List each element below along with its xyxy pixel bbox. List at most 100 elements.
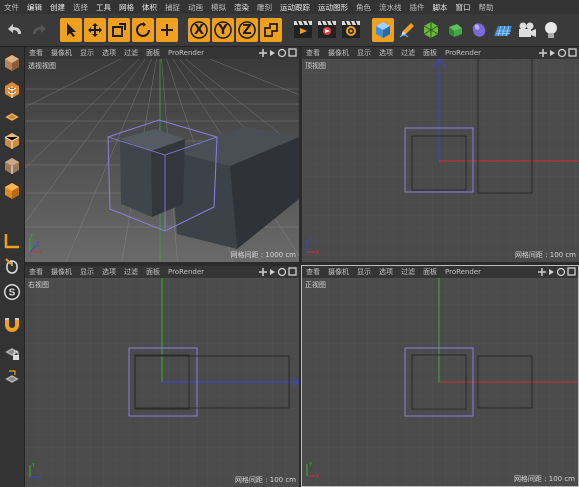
edges-mode-icon[interactable] [2, 156, 22, 176]
viewport-menu-filter[interactable]: 过滤 [397, 267, 419, 277]
camera-icon[interactable] [516, 18, 538, 42]
viewport-title: 右视图 [28, 281, 49, 289]
viewport-menu-cameras[interactable]: 摄像机 [47, 48, 76, 58]
viewport-navigation-icons[interactable] [259, 48, 297, 58]
cube-icon[interactable] [372, 18, 394, 42]
menu-create[interactable]: 创建 [46, 2, 69, 13]
viewport-menu-prorender[interactable]: ProRender [164, 49, 208, 57]
y-axis-label: Y [308, 462, 313, 468]
viewport-navigation-icons[interactable] [259, 267, 297, 277]
points-mode-icon[interactable] [2, 131, 22, 151]
tweak-mode-icon[interactable] [2, 256, 22, 276]
menu-mesh[interactable]: 网格 [115, 2, 138, 13]
viewport-menu-view[interactable]: 查看 [302, 267, 324, 277]
axis-gizmo: Y X Z [29, 234, 43, 256]
menu-mograph[interactable]: 运动图形 [314, 2, 352, 13]
viewport-perspective[interactable]: 查看 摄像机 显示 选项 过滤 面板 ProRender 透视视图 Y X Z … [25, 47, 299, 262]
solo-mode-icon[interactable]: S [2, 282, 22, 302]
viewport-menu-display[interactable]: 显示 [353, 267, 375, 277]
menu-motion-tracker[interactable]: 运动跟踪 [276, 2, 314, 13]
polygons-mode-icon[interactable] [2, 181, 22, 201]
workplane-lock-icon[interactable] [2, 343, 22, 363]
viewport-front[interactable]: 查看 摄像机 显示 选项 过滤 面板 ProRender 正视图 Y X 网格间… [301, 265, 579, 487]
workplane-mode-icon[interactable] [2, 105, 22, 125]
viewport-right[interactable]: 查看 摄像机 显示 选项 过滤 面板 ProRender 右视图 Y Z 网格间… [25, 266, 299, 487]
viewport-menu-filter[interactable]: 过滤 [397, 48, 419, 58]
select-arrow-icon[interactable] [60, 18, 82, 42]
menu-file[interactable]: 文件 [0, 2, 23, 13]
viewport-menu-prorender[interactable]: ProRender [441, 268, 485, 276]
menu-window[interactable]: 窗口 [452, 2, 475, 13]
redo-icon[interactable] [28, 18, 50, 42]
planar-workplane-icon[interactable] [2, 368, 22, 388]
add-icon[interactable] [156, 18, 178, 42]
move-icon[interactable] [84, 18, 106, 42]
render-view-icon[interactable] [292, 18, 314, 42]
floor-icon[interactable] [492, 18, 514, 42]
viewport-menu-display[interactable]: 显示 [353, 48, 375, 58]
viewport-menu-bar: 查看 摄像机 显示 选项 过滤 面板 ProRender [302, 47, 579, 59]
polygon-object-mode-icon[interactable] [2, 53, 22, 73]
viewport-menu-cameras[interactable]: 摄像机 [324, 48, 353, 58]
viewport-menu-options[interactable]: 选项 [98, 267, 120, 277]
render-picture-queue-icon[interactable] [316, 18, 338, 42]
x-axis-icon[interactable]: X [188, 18, 210, 42]
grid-spacing-label: 网格间距 : 1000 cm [230, 251, 296, 259]
viewport-menu-display[interactable]: 显示 [76, 48, 98, 58]
pen-icon[interactable] [396, 18, 418, 42]
menu-volume[interactable]: 体积 [138, 2, 161, 13]
snap-magnet-icon[interactable] [2, 314, 22, 334]
viewport-menu-options[interactable]: 选项 [375, 48, 397, 58]
viewport-menu-prorender[interactable]: ProRender [441, 49, 485, 57]
y-axis-label: Y [29, 234, 34, 240]
viewport-menu-options[interactable]: 选项 [98, 48, 120, 58]
rotate-icon[interactable] [132, 18, 154, 42]
menu-tools[interactable]: 工具 [92, 2, 115, 13]
viewport-menu-cameras[interactable]: 摄像机 [324, 267, 353, 277]
menu-select[interactable]: 选择 [69, 2, 92, 13]
viewport-menu-panel[interactable]: 面板 [142, 267, 164, 277]
menu-script[interactable]: 脚本 [429, 2, 452, 13]
viewport-menu-panel[interactable]: 面板 [419, 48, 441, 58]
edit-render-settings-icon[interactable] [340, 18, 362, 42]
coordinate-system-icon[interactable] [260, 18, 282, 42]
undo-icon[interactable] [4, 18, 26, 42]
viewport-menu-options[interactable]: 选项 [375, 267, 397, 277]
extrude-icon[interactable] [444, 18, 466, 42]
menu-render[interactable]: 渲染 [230, 2, 253, 13]
viewport-title: 顶视图 [305, 62, 326, 70]
y-axis-label: Y [31, 463, 36, 469]
subdivision-icon[interactable] [420, 18, 442, 42]
viewport-menu-panel[interactable]: 面板 [419, 267, 441, 277]
viewport-menu-panel[interactable]: 面板 [142, 48, 164, 58]
viewport-menu-view[interactable]: 查看 [302, 48, 324, 58]
viewport-menu-cameras[interactable]: 摄像机 [47, 267, 76, 277]
menu-edit[interactable]: 编辑 [23, 2, 46, 13]
texture-mode-icon[interactable] [2, 80, 22, 100]
menu-plugins[interactable]: 插件 [406, 2, 429, 13]
mode-sidebar: S [0, 47, 25, 487]
viewport-menu-display[interactable]: 显示 [76, 267, 98, 277]
menu-snap[interactable]: 捕捉 [161, 2, 184, 13]
viewport-menu-prorender[interactable]: ProRender [164, 268, 208, 276]
menu-help[interactable]: 帮助 [475, 2, 498, 13]
z-axis-icon[interactable]: Z [236, 18, 258, 42]
viewport-menu-view[interactable]: 查看 [25, 267, 47, 277]
light-icon[interactable] [540, 18, 562, 42]
viewport-navigation-icons[interactable] [538, 267, 576, 277]
y-axis-icon[interactable]: Y [212, 18, 234, 42]
menu-pipeline[interactable]: 流水线 [375, 2, 406, 13]
axis-mode-icon[interactable] [2, 231, 22, 251]
viewport-top[interactable]: 查看 摄像机 显示 选项 过滤 面板 ProRender 顶视图 Z X 网格间… [302, 47, 579, 262]
deformer-icon[interactable] [468, 18, 490, 42]
menu-character[interactable]: 角色 [352, 2, 375, 13]
viewport-menu-filter[interactable]: 过滤 [120, 267, 142, 277]
scale-icon[interactable] [108, 18, 130, 42]
menu-animate[interactable]: 动画 [184, 2, 207, 13]
viewport-menu-filter[interactable]: 过滤 [120, 48, 142, 58]
viewport-title: 透视视图 [28, 62, 56, 70]
menu-sculpt[interactable]: 雕刻 [253, 2, 276, 13]
viewport-menu-view[interactable]: 查看 [25, 48, 47, 58]
viewport-navigation-icons[interactable] [539, 48, 577, 58]
menu-simulate[interactable]: 模拟 [207, 2, 230, 13]
